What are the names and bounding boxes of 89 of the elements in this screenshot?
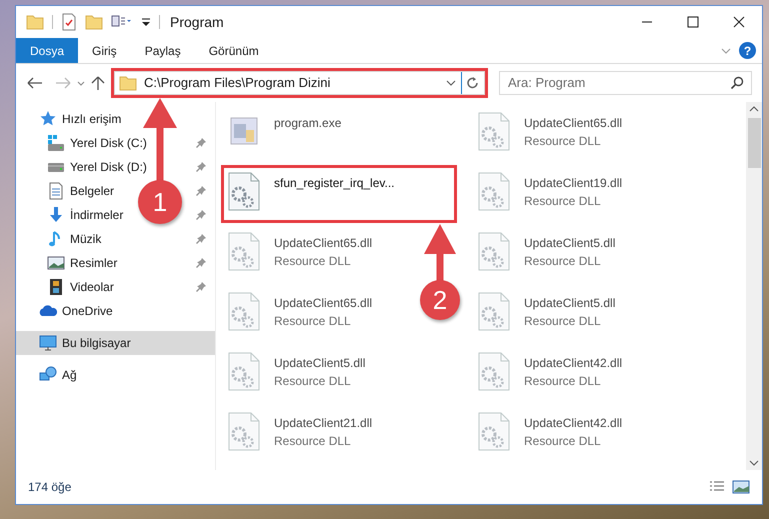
address-path: C:\Program Files\Program Dizini bbox=[144, 74, 330, 92]
file-item[interactable]: UpdateClient19.dll Resource DLL bbox=[471, 165, 632, 223]
sidebar-item[interactable]: OneDrive bbox=[16, 299, 121, 323]
sidebar-item[interactable]: Hızlı erişim bbox=[16, 107, 130, 131]
ribbon-tab[interactable]: Dosya bbox=[16, 38, 78, 63]
file-item[interactable]: UpdateClient5.dll Resource DLL bbox=[471, 225, 624, 283]
folder-icon bbox=[119, 74, 139, 92]
search-icon[interactable] bbox=[730, 76, 744, 90]
sidebar-item[interactable]: Yerel Disk (C:) bbox=[16, 131, 155, 155]
file-name: sfun_register_irq_lev... bbox=[274, 175, 395, 192]
file-item[interactable]: UpdateClient21.dll Resource DLL bbox=[221, 405, 382, 463]
gear-file-icon bbox=[478, 352, 510, 392]
sidebar-item[interactable]: Bu bilgisayar bbox=[16, 331, 215, 355]
gear-file-icon bbox=[228, 232, 260, 272]
file-item[interactable]: program.exe bbox=[221, 105, 350, 163]
gear-file-icon bbox=[478, 172, 510, 212]
file-name: program.exe bbox=[274, 115, 342, 132]
sidebar-item[interactable]: İndirmeler bbox=[16, 203, 132, 227]
pin-icon[interactable] bbox=[195, 209, 207, 221]
pin-icon[interactable] bbox=[195, 233, 207, 245]
pin-icon[interactable] bbox=[195, 137, 207, 149]
file-item[interactable]: sfun_register_irq_lev... bbox=[221, 165, 457, 223]
pin-icon[interactable] bbox=[195, 161, 207, 173]
properties-icon[interactable] bbox=[61, 13, 77, 31]
film-strip-icon bbox=[47, 278, 65, 296]
ribbon-tab[interactable]: Paylaş bbox=[130, 38, 195, 63]
file-type: Resource DLL bbox=[524, 193, 602, 210]
file-item[interactable]: UpdateClient5.dll Resource DLL bbox=[221, 345, 374, 403]
star-icon bbox=[39, 110, 57, 128]
new-folder-icon[interactable] bbox=[85, 13, 103, 31]
sidebar-item[interactable]: Belgeler bbox=[16, 179, 122, 203]
file-name: UpdateClient5.dll bbox=[524, 235, 616, 252]
sidebar-item[interactable]: Yerel Disk (D:) bbox=[16, 155, 155, 179]
file-type: Resource DLL bbox=[524, 313, 602, 330]
file-name: UpdateClient65.dll bbox=[274, 235, 372, 252]
file-type: Resource DLL bbox=[274, 373, 352, 390]
file-item[interactable]: UpdateClient42.dll Resource DLL bbox=[471, 345, 632, 403]
file-item[interactable]: UpdateClient65.dll Resource DLL bbox=[221, 285, 382, 343]
help-button[interactable]: ? bbox=[739, 42, 756, 59]
file-name: UpdateClient65.dll bbox=[274, 295, 372, 312]
large-icons-view-icon[interactable] bbox=[732, 480, 750, 494]
gear-file-icon bbox=[228, 352, 260, 392]
file-name: UpdateClient19.dll bbox=[524, 175, 622, 192]
search-field[interactable]: Ara: Program bbox=[499, 70, 752, 95]
sidebar-item[interactable]: Resimler bbox=[16, 251, 126, 275]
gear-file-icon bbox=[478, 412, 510, 452]
pin-icon[interactable] bbox=[195, 185, 207, 197]
gear-file-icon bbox=[228, 412, 260, 452]
ribbon-tab[interactable]: Görünüm bbox=[194, 38, 273, 63]
sidebar-item[interactable]: Müzik bbox=[16, 227, 110, 251]
file-type: Resource DLL bbox=[524, 433, 602, 450]
gear-file-icon bbox=[478, 112, 510, 152]
file-name: UpdateClient5.dll bbox=[524, 295, 616, 312]
document-icon bbox=[47, 182, 65, 200]
file-type: Resource DLL bbox=[274, 253, 352, 270]
file-item[interactable]: UpdateClient42.dll Resource DLL bbox=[471, 405, 632, 463]
address-bar[interactable]: C:\Program Files\Program Dizini bbox=[114, 71, 485, 95]
file-type: Resource DLL bbox=[524, 253, 602, 270]
item-count: 174 öğe bbox=[28, 479, 72, 496]
file-item[interactable]: UpdateClient5.dll Resource DLL bbox=[471, 285, 624, 343]
ribbon-tab[interactable]: Giriş bbox=[78, 38, 131, 63]
file-name: UpdateClient42.dll bbox=[524, 415, 622, 432]
sidebar-item[interactable]: Videolar bbox=[16, 275, 122, 299]
file-item[interactable]: UpdateClient65.dll Resource DLL bbox=[221, 225, 382, 283]
monitor-icon bbox=[39, 334, 57, 352]
file-type: Resource DLL bbox=[524, 373, 602, 390]
picture-icon bbox=[47, 254, 65, 272]
download-arrow-icon bbox=[47, 206, 65, 224]
pin-icon[interactable] bbox=[195, 257, 207, 269]
scrollbar[interactable] bbox=[746, 102, 762, 470]
sidebar-item[interactable]: Ağ bbox=[16, 363, 85, 387]
gear-file-icon bbox=[228, 292, 260, 332]
folder-icon[interactable] bbox=[26, 13, 44, 31]
file-type: Resource DLL bbox=[524, 133, 602, 150]
file-item[interactable]: UpdateClient65.dll Resource DLL bbox=[471, 105, 632, 163]
scrollbar-thumb[interactable] bbox=[748, 118, 760, 168]
pin-icon[interactable] bbox=[195, 281, 207, 293]
gear-file-icon bbox=[228, 172, 260, 212]
file-name: UpdateClient5.dll bbox=[274, 355, 366, 372]
gear-file-icon bbox=[478, 292, 510, 332]
drive-icon bbox=[47, 134, 65, 152]
file-type: Resource DLL bbox=[274, 433, 352, 450]
customize-dropdown-icon[interactable] bbox=[141, 17, 151, 27]
file-name: UpdateClient65.dll bbox=[524, 115, 622, 132]
window-title: Program bbox=[170, 12, 224, 32]
file-type: Resource DLL bbox=[274, 313, 352, 330]
gear-file-icon bbox=[478, 232, 510, 272]
file-name: UpdateClient21.dll bbox=[274, 415, 372, 432]
file-name: UpdateClient42.dll bbox=[524, 355, 622, 372]
